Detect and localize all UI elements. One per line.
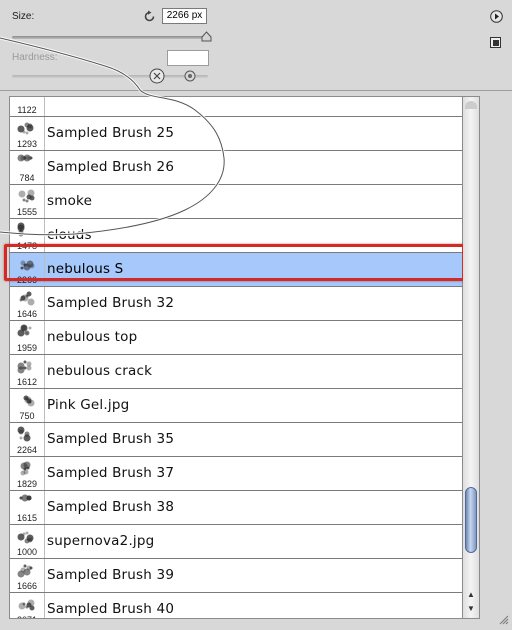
brush-thumbnail-icon [17,154,33,162]
hardness-label: Hardness: [12,52,58,63]
brush-preset-panel: Size: 2266 px Hardness: 1122 1293 Sampled… [0,0,512,630]
brush-size: 784 [19,173,35,183]
size-slider-thumb[interactable] [201,31,212,42]
brush-name: Sampled Brush 37 [47,465,175,481]
list-item[interactable]: 2071Sampled Brush 40 [10,593,462,618]
size-field[interactable]: 2266 px [162,8,207,24]
list-item[interactable]: 1612 nebulous crack [10,355,462,389]
brush-name: nebulous top [47,329,138,345]
brush-size: 1666 [16,581,38,591]
selection-highlight [4,244,465,281]
list-item[interactable]: 750 Pink Gel.jpg [10,389,462,423]
brush-name: smoke [47,193,93,209]
list-item[interactable]: 1666 Sampled Brush 39 [10,559,462,593]
brush-size: 1000 [16,547,38,557]
hardness-knob[interactable] [184,70,196,82]
column-divider [44,355,45,388]
list-item[interactable]: 1959 nebulous top [10,321,462,355]
brush-thumbnail-icon [17,360,32,374]
brush-size: 2264 [16,445,38,455]
column-divider [44,525,45,558]
brush-thumbnail-icon [19,494,32,502]
list-item[interactable]: 1293 Sampled Brush 25 [10,117,462,151]
brush-name: Sampled Brush 25 [47,125,175,141]
column-divider [44,97,45,116]
brush-size: 2071 [10,615,44,618]
brush-size: 1555 [16,207,38,217]
brush-size: 750 [19,411,35,421]
brush-size: 1122 [17,105,37,115]
hardness-field[interactable] [167,50,209,66]
list-item[interactable]: 784 Sampled Brush 26 [10,151,462,185]
size-slider-track[interactable] [12,36,208,39]
list-item[interactable]: 1555 smoke [10,185,462,219]
list-item[interactable]: 1000 supernova2.jpg [10,525,462,559]
brush-name: Sampled Brush 38 [47,499,175,515]
brush-preset-list[interactable]: 1122 1293 Sampled Brush 25 784 Sampled Brus… [9,96,463,619]
brush-name: Sampled Brush 40 [47,601,175,617]
list-item[interactable]: 1122 [10,97,462,117]
brush-name: supernova2.jpg [47,533,155,549]
brush-name: Sampled Brush 32 [47,295,175,311]
new-preset-icon[interactable] [490,37,501,48]
panel-menu-icon[interactable] [490,10,503,23]
divider [0,90,512,91]
brush-thumbnail-icon [17,324,32,337]
size-label: Size: [12,11,35,22]
brush-name: Pink Gel.jpg [47,397,130,413]
column-divider [44,287,45,320]
brush-thumbnail-icon [18,189,35,203]
reset-arrow-icon[interactable] [143,10,156,23]
brush-thumbnail-icon [18,599,35,611]
brush-thumbnail-icon [17,222,25,237]
brush-thumbnail-icon [20,461,31,476]
brush-size: 1829 [16,479,38,489]
brush-name: clouds [47,227,92,243]
scrollbar-cap [465,101,477,109]
list-item[interactable]: 2264 Sampled Brush 35 [10,423,462,457]
brush-thumbnail-icon [19,291,35,306]
column-divider [44,117,45,150]
brush-size: 1615 [16,513,38,523]
list-item[interactable]: 1615 Sampled Brush 38 [10,491,462,525]
column-divider [44,593,45,618]
hardness-slider-thumb[interactable] [149,68,165,84]
resize-grip-icon[interactable] [497,613,509,625]
brush-size: 1612 [16,377,38,387]
brush-name: Sampled Brush 39 [47,567,175,583]
brush-name: Sampled Brush 35 [47,431,175,447]
scroll-down-arrow-icon[interactable]: ▼ [467,604,475,613]
hardness-slider-track[interactable] [12,75,208,78]
column-divider [44,457,45,490]
brush-size: 1959 [16,343,38,353]
brush-thumbnail-icon [17,122,34,135]
list-item[interactable]: 1829 Sampled Brush 37 [10,457,462,491]
scrollbar-thumb[interactable] [465,487,477,553]
brush-size: 1293 [16,139,38,149]
scroll-up-arrow-icon[interactable]: ▲ [467,590,475,599]
brush-thumbnail-icon [23,395,35,407]
column-divider [44,185,45,218]
column-divider [44,491,45,524]
column-divider [44,559,45,592]
brush-name: nebulous crack [47,363,153,379]
brush-thumbnail-icon [17,426,31,442]
brush-thumbnail-icon [17,531,34,544]
list-item[interactable]: 1646 Sampled Brush 32 [10,287,462,321]
column-divider [44,151,45,184]
column-divider [44,423,45,456]
brush-name: Sampled Brush 26 [47,159,175,175]
column-divider [44,321,45,354]
list-scrollbar[interactable]: ▲ ▼ [463,96,480,619]
column-divider [44,389,45,422]
brush-size: 1646 [16,309,38,319]
brush-thumbnail-icon [17,564,33,578]
